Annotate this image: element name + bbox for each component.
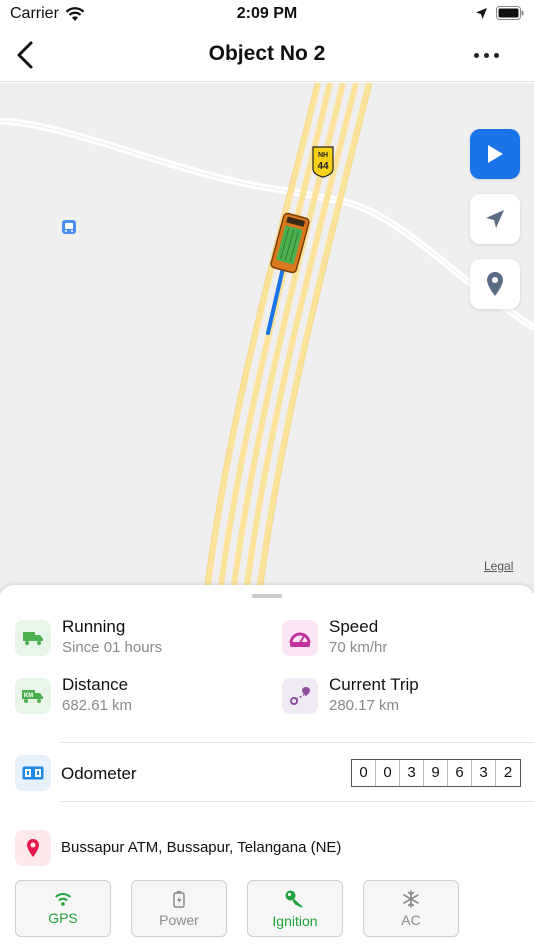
speed-label: Speed bbox=[329, 617, 379, 636]
km-truck-icon: KM bbox=[15, 678, 51, 714]
distance-label: Distance bbox=[62, 675, 129, 694]
odometer-digit: 6 bbox=[448, 760, 472, 786]
key-icon bbox=[285, 890, 303, 907]
snowflake-icon bbox=[403, 889, 419, 908]
speed-stat: Speed 70 km/hr bbox=[282, 616, 522, 660]
vehicle-marker-icon bbox=[270, 212, 310, 274]
odometer-digit: 0 bbox=[376, 760, 400, 786]
location-row: Bussapur ATM, Bussapur, Telangana (NE) bbox=[15, 830, 521, 866]
sheet-drag-handle[interactable] bbox=[252, 594, 282, 598]
map-roads: NH 44 bbox=[0, 83, 534, 593]
ac-chip[interactable]: AC bbox=[363, 880, 459, 937]
divider bbox=[61, 801, 534, 802]
status-stat: Running Since 01 hours bbox=[15, 616, 265, 660]
play-button[interactable] bbox=[470, 129, 520, 179]
odometer-row: Odometer 0 0 3 9 6 3 2 bbox=[15, 755, 521, 791]
details-sheet: Running Since 01 hours Speed 70 km/hr KM… bbox=[0, 585, 534, 950]
trip-route-icon bbox=[282, 678, 318, 714]
more-options-icon[interactable] bbox=[474, 46, 504, 64]
current-trip-value: 280.17 km bbox=[329, 697, 400, 714]
gps-chip-label: GPS bbox=[48, 910, 78, 926]
distance-value: 682.61 km bbox=[62, 697, 133, 714]
speedometer-icon bbox=[282, 620, 318, 656]
vehicle-location-button[interactable] bbox=[470, 259, 520, 309]
odometer-digit: 0 bbox=[352, 760, 376, 786]
status-value: Since 01 hours bbox=[62, 639, 163, 656]
status-right bbox=[475, 6, 524, 20]
highway-shield-icon: NH 44 bbox=[312, 146, 334, 178]
ignition-chip[interactable]: Ignition bbox=[247, 880, 343, 937]
wifi-icon bbox=[55, 893, 71, 906]
status-bar: Carrier 2:09 PM bbox=[0, 0, 534, 28]
odometer-digits: 0 0 3 9 6 3 2 bbox=[351, 759, 521, 787]
navigation-arrow-icon bbox=[486, 210, 504, 228]
status-time: 2:09 PM bbox=[236, 5, 298, 22]
current-trip-stat: Current Trip 280.17 km bbox=[282, 674, 522, 718]
svg-text:KM: KM bbox=[24, 693, 33, 699]
status-label: Running bbox=[62, 617, 126, 636]
current-trip-label: Current Trip bbox=[329, 675, 419, 694]
divider bbox=[61, 742, 534, 743]
ignition-chip-label: Ignition bbox=[272, 912, 318, 929]
odometer-icon bbox=[15, 755, 51, 791]
location-arrow-icon bbox=[476, 7, 487, 19]
play-icon bbox=[488, 145, 503, 163]
power-chip[interactable]: Power bbox=[131, 880, 227, 937]
odometer-digit: 2 bbox=[503, 764, 513, 781]
page-title: Object No 2 bbox=[208, 42, 326, 65]
odometer-digit: 3 bbox=[400, 760, 424, 786]
power-chip-label: Power bbox=[159, 911, 199, 928]
my-location-button[interactable] bbox=[470, 194, 520, 244]
navigation-bar: Object No 2 bbox=[0, 28, 534, 82]
truck-icon bbox=[15, 620, 51, 656]
svg-text:NH: NH bbox=[318, 152, 328, 159]
distance-stat: KM Distance 682.61 km bbox=[15, 674, 265, 718]
battery-charging-icon bbox=[173, 890, 185, 908]
odometer-label: Odometer bbox=[61, 764, 137, 783]
gps-chip[interactable]: GPS bbox=[15, 880, 111, 937]
svg-text:44: 44 bbox=[317, 161, 329, 172]
odometer-digit: 3 bbox=[472, 760, 496, 786]
ac-chip-label: AC bbox=[401, 911, 421, 928]
odometer-digit: 9 bbox=[424, 760, 448, 786]
map-view[interactable]: NH 44 Legal bbox=[0, 83, 534, 593]
location-pin-icon bbox=[15, 830, 51, 866]
map-pin-icon bbox=[487, 272, 503, 296]
location-address: Bussapur ATM, Bussapur, Telangana (NE) bbox=[61, 839, 342, 856]
speed-value: 70 km/hr bbox=[329, 639, 388, 656]
battery-icon bbox=[496, 6, 524, 20]
sensor-chips: GPS Power Ignition AC bbox=[15, 880, 459, 937]
map-legal-link[interactable]: Legal bbox=[484, 559, 513, 573]
bus-stop-icon bbox=[62, 220, 76, 234]
